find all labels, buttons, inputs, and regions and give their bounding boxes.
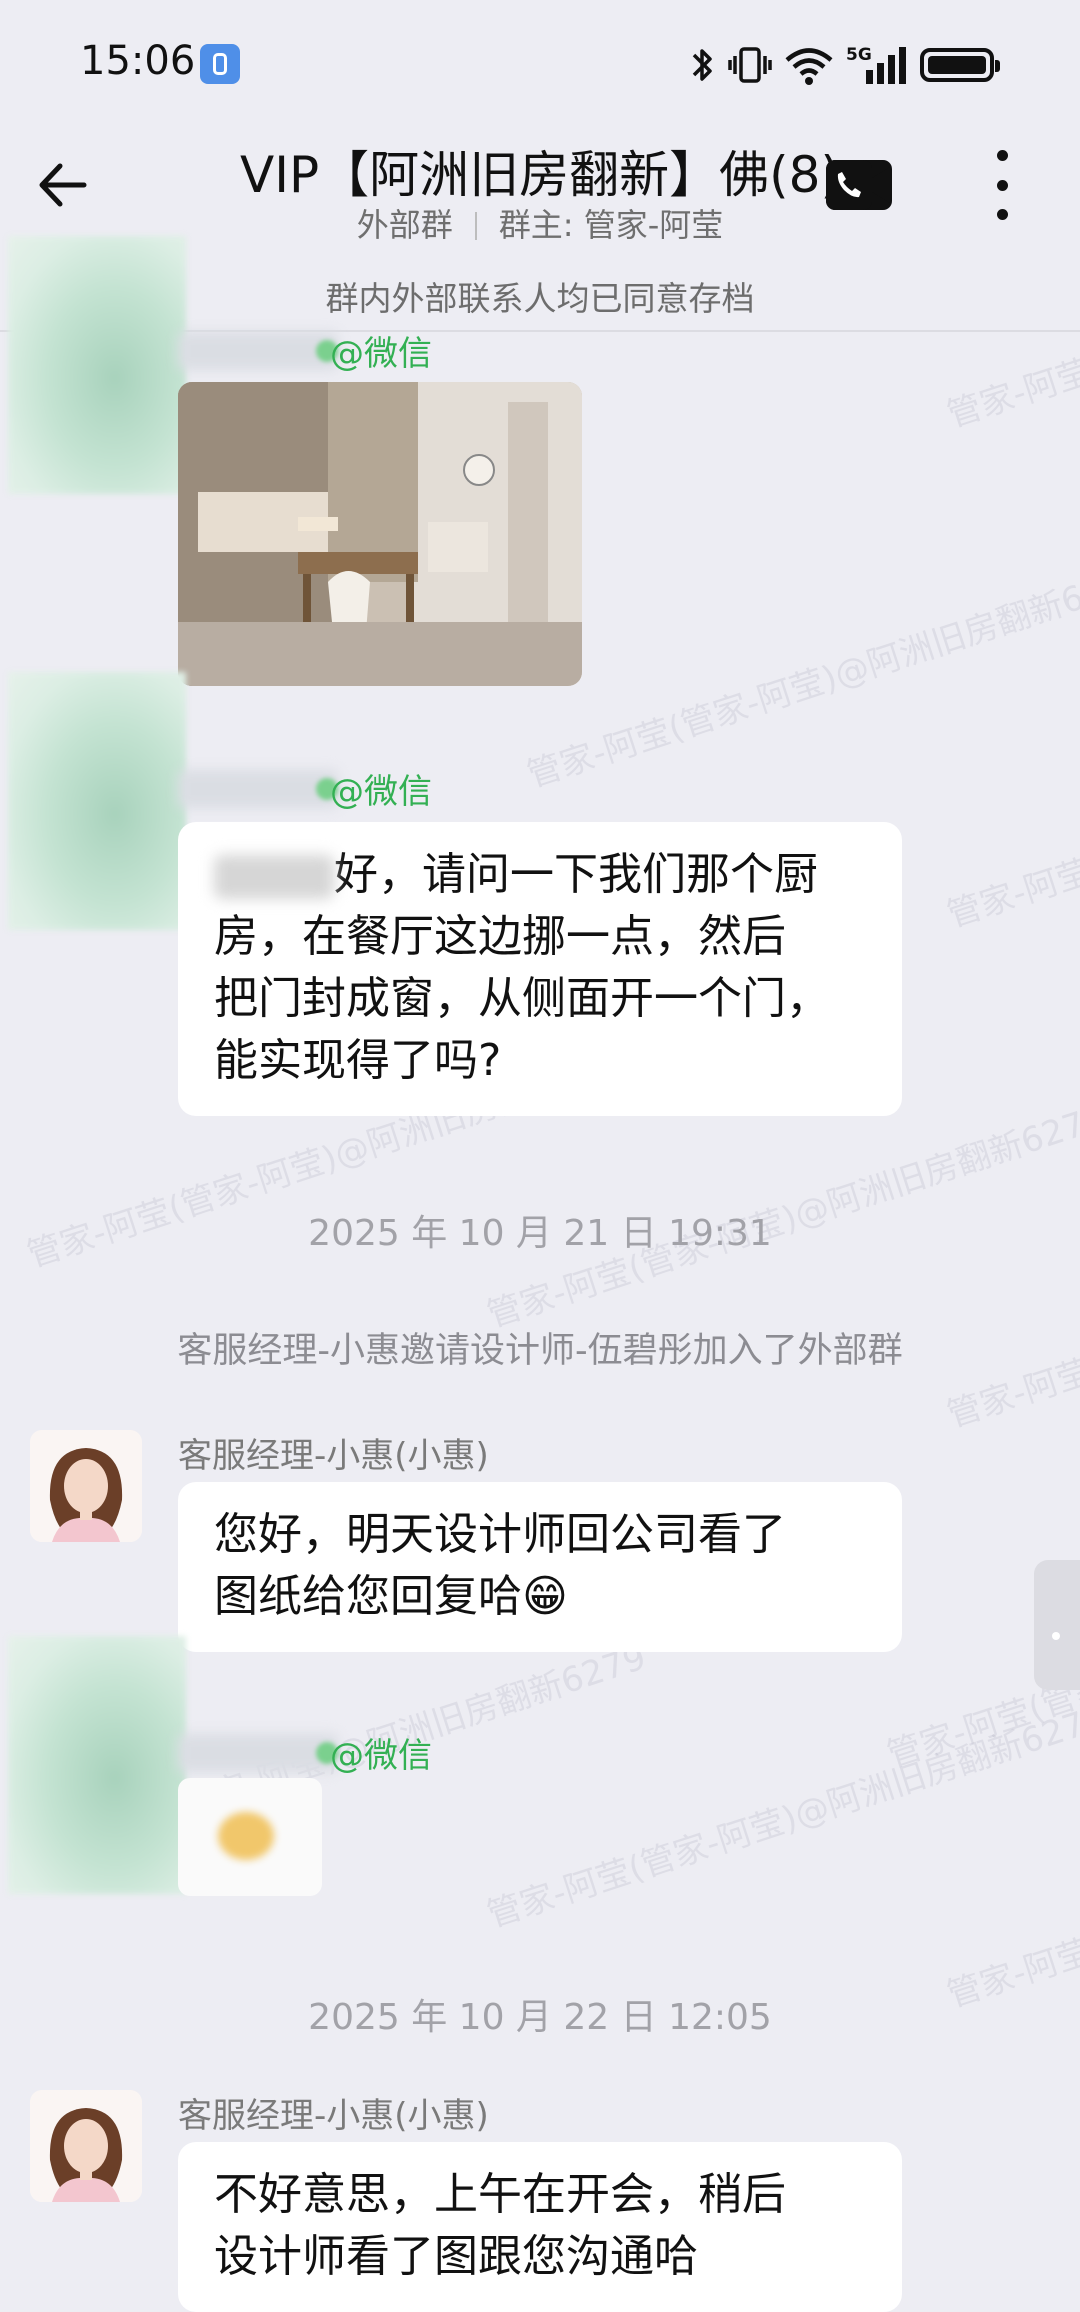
wechat-source-tag: @微信 bbox=[330, 334, 432, 374]
room-photo bbox=[178, 382, 582, 686]
group-owner-label: 群主: 管家-阿莹 bbox=[498, 206, 724, 244]
call-button[interactable] bbox=[826, 160, 892, 210]
blurred-text bbox=[214, 855, 334, 899]
watermark: 管家-阿莹(管家-阿莹)@阿洲旧房翻新6279 bbox=[940, 330, 1080, 437]
chat-title: VIP【阿洲旧房翻新】佛(8) bbox=[240, 146, 840, 204]
bluetooth-icon bbox=[692, 49, 712, 81]
status-bar: 15:06 5G bbox=[0, 0, 1080, 130]
message-line: 设计师看了图跟您沟通哈 bbox=[214, 2231, 698, 2282]
agent-portrait bbox=[30, 1430, 142, 1542]
dot bbox=[996, 150, 1008, 161]
agent-portrait bbox=[30, 2090, 142, 2202]
sticker-message[interactable] bbox=[178, 1778, 322, 1896]
watermark: 管家-阿莹(管家-阿莹)@阿洲旧房翻新6279 bbox=[482, 1697, 1080, 1936]
sender-avatar-blurred[interactable] bbox=[8, 236, 186, 494]
status-icons: 5G bbox=[690, 40, 1000, 90]
sender-name: 客服经理-小惠(小惠) bbox=[178, 1436, 489, 1476]
sender-name-blurred bbox=[178, 1734, 338, 1772]
dot bbox=[996, 209, 1008, 220]
app-notification-icon bbox=[200, 44, 240, 84]
watermark: 管家-阿莹(管家-阿莹)@阿洲旧房翻新6279 bbox=[522, 557, 1080, 796]
sender-avatar-blurred[interactable] bbox=[8, 1636, 186, 1894]
dot bbox=[996, 179, 1008, 191]
side-drawer-handle[interactable] bbox=[1034, 1560, 1080, 1690]
timestamp: 2025 年 10 月 21 日 19:31 bbox=[308, 1213, 772, 1254]
status-time: 15:06 bbox=[80, 38, 196, 84]
timestamp: 2025 年 10 月 22 日 12:05 bbox=[308, 1997, 772, 2038]
message-line: 能实现得了吗? bbox=[214, 1035, 502, 1086]
wifi-icon bbox=[785, 48, 833, 85]
message-line: 好，请问一下我们那个厨 bbox=[214, 844, 866, 906]
grin-emoji-icon: 😁 bbox=[522, 1571, 568, 1622]
message-line: 把门封成窗，从侧面开一个门， bbox=[214, 973, 830, 1024]
message-line: 不好意思，上午在开会，稍后 bbox=[214, 2169, 786, 2220]
vibrate-icon bbox=[728, 47, 772, 83]
watermark: 管家-阿莹(管家-阿莹)@阿洲旧房翻新6279 bbox=[942, 697, 1080, 936]
subtitle-divider bbox=[474, 212, 477, 240]
message-line: 房，在餐厅这边挪一点，然后 bbox=[214, 911, 786, 962]
network-label: 5G bbox=[846, 45, 872, 65]
agent-avatar[interactable] bbox=[30, 2090, 142, 2202]
message-bubble[interactable]: 您好，明天设计师回公司看了 图纸给您回复哈😁 bbox=[178, 1482, 902, 1652]
sender-avatar-blurred[interactable] bbox=[8, 672, 186, 930]
5g-signal-icon: 5G bbox=[846, 45, 906, 84]
message-line: 图纸给您回复哈😁 bbox=[214, 1571, 568, 1622]
message-bubble[interactable]: 好，请问一下我们那个厨 房，在餐厅这边挪一点，然后 把门封成窗，从侧面开一个门，… bbox=[178, 822, 902, 1116]
message-line: 您好，明天设计师回公司看了 bbox=[214, 1509, 786, 1560]
sender-name: 客服经理-小惠(小惠) bbox=[178, 2096, 489, 2136]
agent-avatar[interactable] bbox=[30, 1430, 142, 1542]
system-message: 客服经理-小惠邀请设计师-伍碧彤加入了外部群 bbox=[177, 1331, 903, 1371]
sender-name-blurred bbox=[178, 770, 338, 808]
more-options-button[interactable] bbox=[990, 150, 1014, 220]
sticker-image bbox=[218, 1812, 274, 1860]
image-message[interactable] bbox=[178, 382, 582, 686]
group-type-label: 外部群 bbox=[356, 206, 453, 244]
wechat-source-tag: @微信 bbox=[330, 1736, 432, 1776]
message-bubble[interactable]: 不好意思，上午在开会，稍后 设计师看了图跟您沟通哈 bbox=[178, 2142, 902, 2312]
watermark: 管家-阿莹(管家-阿莹)@阿洲旧房翻新6279 bbox=[942, 1777, 1080, 2016]
wechat-source-tag: @微信 bbox=[330, 772, 432, 812]
sender-name-blurred bbox=[178, 332, 338, 370]
battery-icon bbox=[920, 48, 1000, 82]
